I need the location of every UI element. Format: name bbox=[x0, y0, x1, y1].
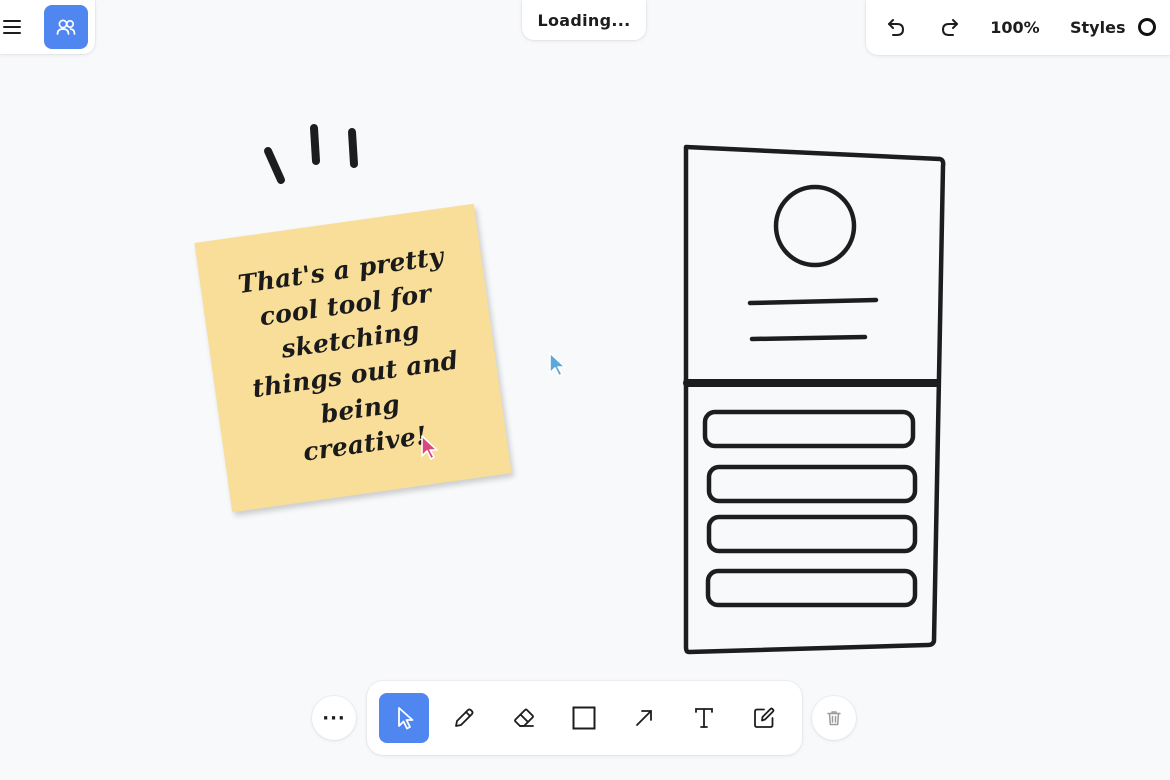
styles-label: Styles bbox=[1070, 17, 1126, 37]
circle-swatch-icon bbox=[1138, 18, 1157, 36]
collaborators-button[interactable] bbox=[44, 5, 88, 49]
wireframe-text-line[interactable] bbox=[747, 297, 879, 306]
undo-icon bbox=[888, 19, 904, 36]
tool-text[interactable] bbox=[679, 693, 729, 743]
emphasis-stroke[interactable] bbox=[310, 124, 320, 165]
arrow-icon bbox=[636, 710, 652, 726]
wireframe-list-item[interactable] bbox=[705, 568, 918, 608]
hamburger-icon bbox=[3, 20, 21, 34]
collaborator-cursor-blue-icon bbox=[549, 352, 566, 377]
loading-indicator: Loading... bbox=[522, 0, 646, 40]
more-button[interactable]: ··· bbox=[312, 696, 356, 740]
tool-arrow[interactable] bbox=[619, 693, 669, 743]
tool-rectangle[interactable] bbox=[559, 693, 609, 743]
text-icon bbox=[695, 708, 713, 728]
ellipsis-icon: ··· bbox=[322, 707, 346, 729]
wireframe-avatar-circle[interactable] bbox=[773, 184, 857, 268]
top-right-panel: 100% Styles bbox=[866, 0, 1170, 55]
pencil-icon bbox=[455, 708, 474, 727]
tool-erase[interactable] bbox=[499, 693, 549, 743]
square-icon bbox=[572, 706, 596, 730]
wireframe-outline[interactable] bbox=[683, 144, 946, 655]
wireframe-text-line[interactable] bbox=[749, 334, 868, 342]
note-edit-icon bbox=[754, 707, 775, 728]
menu-button[interactable] bbox=[0, 14, 24, 40]
drawing-canvas[interactable] bbox=[0, 0, 1170, 780]
emphasis-strokes[interactable] bbox=[264, 124, 358, 184]
top-left-panel bbox=[0, 0, 95, 54]
delete-button[interactable] bbox=[812, 696, 856, 740]
zoom-level-button[interactable]: 100% bbox=[986, 0, 1044, 54]
wireframe-list-item[interactable] bbox=[706, 514, 918, 554]
wireframe-list-item[interactable] bbox=[702, 409, 916, 449]
tool-select[interactable] bbox=[379, 693, 429, 743]
users-icon bbox=[56, 19, 76, 35]
sticky-note-text[interactable]: That's a pretty cool tool for sketching … bbox=[234, 238, 476, 507]
tool-draw[interactable] bbox=[439, 693, 489, 743]
wireframe-list-item[interactable] bbox=[706, 464, 918, 504]
redo-button[interactable] bbox=[934, 0, 966, 54]
eraser-icon bbox=[514, 708, 534, 727]
styles-button[interactable]: Styles bbox=[1064, 0, 1162, 54]
emphasis-stroke[interactable] bbox=[348, 128, 358, 168]
redo-icon bbox=[942, 19, 958, 36]
undo-button[interactable] bbox=[880, 0, 912, 54]
emphasis-stroke[interactable] bbox=[264, 147, 285, 184]
trash-icon bbox=[827, 711, 841, 726]
sticky-note[interactable]: That's a pretty cool tool for sketching … bbox=[194, 203, 512, 513]
collaborator-cursor-pink-icon bbox=[421, 435, 438, 460]
pointer-icon bbox=[398, 707, 414, 730]
wireframe-sketch[interactable] bbox=[683, 144, 946, 655]
tool-toolbar bbox=[367, 681, 802, 755]
tool-note[interactable] bbox=[739, 693, 789, 743]
